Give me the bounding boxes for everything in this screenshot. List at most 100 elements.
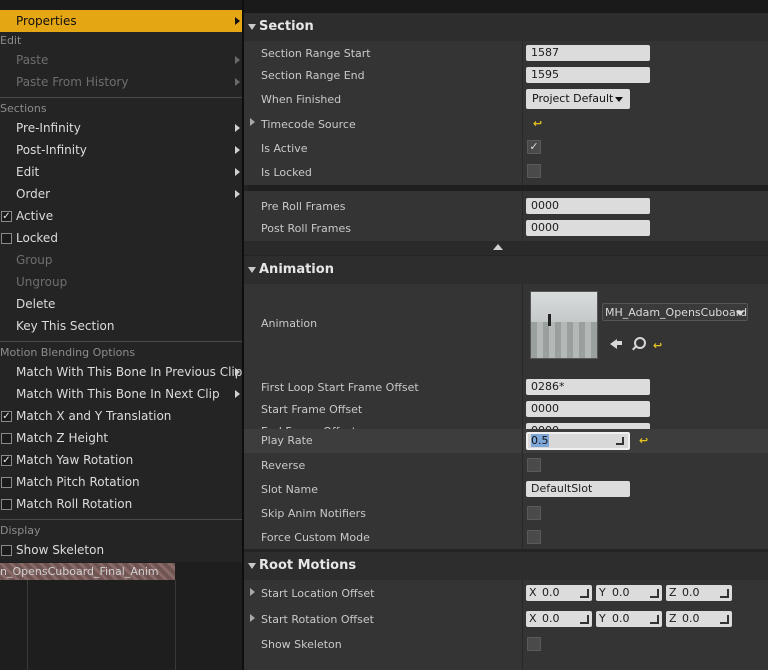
animation-thumbnail[interactable] xyxy=(530,291,598,359)
menu-item-edit[interactable]: Edit xyxy=(0,161,242,183)
menu-item-active[interactable]: ✓ Active xyxy=(0,205,242,227)
menu-item-delete[interactable]: Delete xyxy=(0,293,242,315)
context-menu: Properties Edit Paste Paste From History… xyxy=(0,0,242,562)
post-roll-frames-input[interactable]: 0000 xyxy=(526,220,650,236)
category-section[interactable]: Section xyxy=(244,13,768,41)
reset-to-default-icon[interactable]: ↩ xyxy=(639,435,648,447)
menu-item-order[interactable]: Order xyxy=(0,183,242,205)
menu-item-label: Match Roll Rotation xyxy=(16,497,133,511)
menu-item-pre-infinity[interactable]: Pre-Infinity xyxy=(0,117,242,139)
menu-item-match-roll-rotation[interactable]: Match Roll Rotation xyxy=(0,493,242,515)
animation-asset-picker[interactable]: MH_Adam_OpensCuboard xyxy=(602,303,748,321)
show-skeleton-checkbox[interactable] xyxy=(527,637,541,651)
is-locked-checkbox[interactable] xyxy=(527,164,541,178)
submenu-arrow-icon xyxy=(235,56,240,64)
property-label: Pre Roll Frames xyxy=(261,200,346,213)
checkbox-unchecked[interactable] xyxy=(1,477,12,488)
thumbnail-floor xyxy=(531,322,597,358)
start-location-y-input[interactable]: Y 0.0 xyxy=(596,585,662,601)
menu-item-match-z-height[interactable]: Match Z Height xyxy=(0,427,242,449)
start-frame-offset-input[interactable]: 0000 xyxy=(526,401,650,417)
menu-item-match-pitch-rotation[interactable]: Match Pitch Rotation xyxy=(0,471,242,493)
first-loop-offset-input[interactable]: 0286* xyxy=(526,379,650,395)
property-label: Animation xyxy=(261,317,318,330)
skip-anim-notifiers-checkbox[interactable] xyxy=(527,506,541,520)
use-selected-arrow-icon[interactable] xyxy=(610,339,617,349)
section-range-start-input[interactable]: 1587 xyxy=(526,45,650,61)
property-label: Section Range End xyxy=(261,69,365,82)
axis-label: X xyxy=(529,612,537,625)
category-root-motions[interactable]: Root Motions xyxy=(244,552,768,580)
start-rotation-z-input[interactable]: Z 0.0 xyxy=(666,611,732,627)
when-finished-dropdown[interactable]: Project Default xyxy=(526,89,630,109)
section-range-end-input[interactable]: 1595 xyxy=(526,67,650,83)
menu-item-label: Paste xyxy=(16,53,49,67)
column-divider[interactable] xyxy=(522,191,523,241)
menu-item-ungroup[interactable]: Ungroup xyxy=(0,271,242,293)
slot-name-input[interactable]: DefaultSlot xyxy=(526,481,630,497)
menu-item-key-this-section[interactable]: Key This Section xyxy=(0,315,242,337)
start-rotation-y-input[interactable]: Y 0.0 xyxy=(596,611,662,627)
menu-item-label: Match With This Bone In Next Clip xyxy=(16,387,220,401)
checkbox-checked[interactable]: ✓ xyxy=(1,455,12,466)
axis-value: 0.0 xyxy=(682,612,700,625)
menu-item-label: Show Skeleton xyxy=(16,543,105,557)
menu-item-show-skeleton[interactable]: Show Skeleton xyxy=(0,539,242,561)
menu-item-match-next-clip[interactable]: Match With This Bone In Next Clip xyxy=(0,383,242,405)
menu-item-post-infinity[interactable]: Post-Infinity xyxy=(0,139,242,161)
menu-item-match-xy-translation[interactable]: ✓ Match X and Y Translation xyxy=(0,405,242,427)
column-divider[interactable] xyxy=(522,453,523,549)
column-divider[interactable] xyxy=(522,41,523,185)
collapse-up-icon xyxy=(493,244,503,250)
start-location-z-input[interactable]: Z 0.0 xyxy=(666,585,732,601)
property-label: Timecode Source xyxy=(261,118,356,131)
checkbox-checked[interactable]: ✓ xyxy=(1,211,12,222)
menu-item-properties[interactable]: Properties xyxy=(0,10,242,32)
expand-arrow-icon[interactable] xyxy=(250,614,255,622)
menu-item-paste-from-history[interactable]: Paste From History xyxy=(0,71,242,93)
animation-clip[interactable]: n_OpensCuboard_Final_Anim xyxy=(0,563,175,580)
menu-item-group[interactable]: Group xyxy=(0,249,242,271)
axis-value: 0.0 xyxy=(682,586,700,599)
menu-item-label: Paste From History xyxy=(16,75,129,89)
start-location-x-input[interactable]: X 0.0 xyxy=(526,585,592,601)
axis-value: 0.0 xyxy=(542,612,560,625)
is-active-checkbox[interactable]: ✓ xyxy=(527,140,541,154)
checkbox-unchecked[interactable] xyxy=(1,545,12,556)
menu-item-label: Pre-Infinity xyxy=(16,121,81,135)
checkbox-unchecked[interactable] xyxy=(1,433,12,444)
expand-arrow-icon[interactable] xyxy=(250,588,255,596)
reset-to-default-icon[interactable]: ↩ xyxy=(533,118,542,130)
pre-roll-frames-input[interactable]: 0000 xyxy=(526,198,650,214)
menu-item-label: Group xyxy=(16,253,53,267)
track-divider xyxy=(175,580,176,670)
menu-item-paste[interactable]: Paste xyxy=(0,49,242,71)
category-animation[interactable]: Animation xyxy=(244,256,768,284)
menu-item-locked[interactable]: Locked xyxy=(0,227,242,249)
menu-item-label: Match X and Y Translation xyxy=(16,409,172,423)
property-label: Skip Anim Notifiers xyxy=(261,507,366,520)
menu-item-match-yaw-rotation[interactable]: ✓ Match Yaw Rotation xyxy=(0,449,242,471)
drag-handle-icon xyxy=(720,589,729,598)
checkbox-unchecked[interactable] xyxy=(1,499,12,510)
details-panel: Section Section Range Start 1587 Section… xyxy=(244,13,768,670)
reverse-checkbox[interactable] xyxy=(527,458,541,472)
property-label: Section Range Start xyxy=(261,47,371,60)
play-rate-input[interactable]: 0.5 xyxy=(526,432,630,450)
reset-to-default-icon[interactable]: ↩ xyxy=(653,340,662,352)
collapse-arrow-icon xyxy=(248,563,256,569)
start-rotation-x-input[interactable]: X 0.0 xyxy=(526,611,592,627)
axis-value: 0.0 xyxy=(612,586,630,599)
property-label: Start Frame Offset xyxy=(261,403,363,416)
menu-item-label: Order xyxy=(16,187,51,201)
checkbox-checked[interactable]: ✓ xyxy=(1,411,12,422)
checkbox-unchecked[interactable] xyxy=(1,233,12,244)
advanced-expander[interactable] xyxy=(244,241,768,255)
column-divider[interactable] xyxy=(522,429,523,453)
force-custom-mode-checkbox[interactable] xyxy=(527,530,541,544)
menu-item-match-previous-clip[interactable]: Match With This Bone In Previous Clip xyxy=(0,361,242,383)
submenu-arrow-icon xyxy=(235,78,240,86)
column-divider[interactable] xyxy=(522,580,523,670)
category-title: Animation xyxy=(259,262,334,277)
expand-arrow-icon[interactable] xyxy=(250,118,255,126)
